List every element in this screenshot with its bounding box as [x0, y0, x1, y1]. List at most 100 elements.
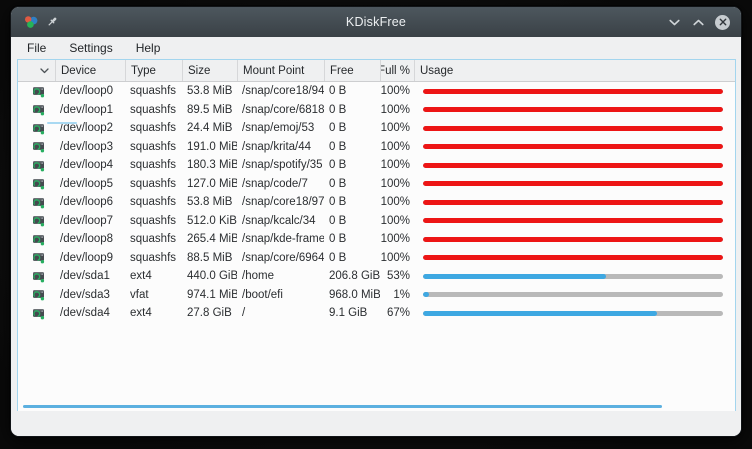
- drive-harddisk-mounted-icon: [32, 307, 45, 320]
- usage-cell: [414, 286, 735, 305]
- table-body: /dev/loop0squashfs53.8 MiB/snap/core18/9…: [18, 82, 735, 323]
- table-row[interactable]: /dev/sda1ext4440.0 GiB/home206.8 GiB53%: [18, 267, 735, 286]
- size-cell: 24.4 MiB: [182, 119, 237, 138]
- close-x-icon: [715, 15, 730, 30]
- free-cell: 968.0 MiB: [324, 286, 380, 305]
- table-row[interactable]: /dev/loop9squashfs88.5 MiB/snap/core/696…: [18, 249, 735, 268]
- free-cell: 0 B: [324, 175, 380, 194]
- usage-bar-track: [423, 163, 723, 168]
- full-percent-cell: 100%: [380, 82, 414, 101]
- table-row[interactable]: /dev/sda3vfat974.1 MiB/boot/efi968.0 MiB…: [18, 286, 735, 305]
- usage-bar-track: [423, 144, 723, 149]
- usage-cell: [414, 267, 735, 286]
- minimize-button[interactable]: [666, 14, 683, 31]
- device-cell: /dev/loop0: [55, 82, 125, 101]
- usage-cell: [414, 138, 735, 157]
- column-header-size[interactable]: Size: [182, 60, 237, 81]
- drive-harddisk-mounted-icon: [32, 251, 45, 264]
- free-cell: 0 B: [324, 249, 380, 268]
- full-percent-cell: 100%: [380, 138, 414, 157]
- sort-chevron-down-icon: [40, 68, 49, 74]
- table-row[interactable]: /dev/loop0squashfs53.8 MiB/snap/core18/9…: [18, 82, 735, 101]
- usage-cell: [414, 175, 735, 194]
- table-row[interactable]: /dev/loop3squashfs191.0 MiB/snap/krita/4…: [18, 138, 735, 157]
- column-header-usage[interactable]: Usage: [414, 60, 735, 81]
- mount-point-cell: /snap/krita/44: [237, 138, 324, 157]
- free-cell: 0 B: [324, 230, 380, 249]
- menu-help[interactable]: Help: [129, 39, 168, 57]
- drive-harddisk-mounted-icon: [32, 214, 45, 227]
- full-percent-cell: 100%: [380, 249, 414, 268]
- usage-bar-track: [423, 181, 723, 186]
- pin-icon[interactable]: [47, 16, 59, 28]
- usage-bar-fill: [423, 218, 723, 223]
- usage-bar-track: [423, 200, 723, 205]
- mount-point-cell: /snap/core18/970: [237, 193, 324, 212]
- usage-bar-track: [423, 237, 723, 242]
- menu-file[interactable]: File: [20, 39, 53, 57]
- device-cell: /dev/loop7: [55, 212, 125, 231]
- column-header-mount[interactable]: Mount Point: [237, 60, 324, 81]
- size-cell: 974.1 MiB: [182, 286, 237, 305]
- table-row[interactable]: /dev/loop1squashfs89.5 MiB/snap/core/681…: [18, 101, 735, 120]
- type-cell: squashfs: [125, 82, 182, 101]
- full-percent-cell: 100%: [380, 101, 414, 120]
- type-cell: squashfs: [125, 249, 182, 268]
- usage-bar-fill: [423, 255, 723, 260]
- mount-point-cell: /snap/emoj/53: [237, 119, 324, 138]
- usage-bar-fill: [423, 89, 723, 94]
- horizontal-scrollbar[interactable]: [23, 405, 662, 408]
- table-row[interactable]: /dev/sda4ext427.8 GiB/9.1 GiB67%: [18, 304, 735, 323]
- size-cell: 53.8 MiB: [182, 193, 237, 212]
- column-header-device[interactable]: Device: [55, 60, 125, 81]
- mount-point-cell: /: [237, 304, 324, 323]
- free-cell: 206.8 GiB: [324, 267, 380, 286]
- column-header-type[interactable]: Type: [125, 60, 182, 81]
- device-icon-cell: [18, 82, 55, 101]
- full-percent-cell: 100%: [380, 156, 414, 175]
- usage-bar-fill: [423, 107, 723, 112]
- window-title: KDiskFree: [11, 15, 741, 29]
- free-cell: 9.1 GiB: [324, 304, 380, 323]
- close-button[interactable]: [714, 14, 731, 31]
- type-cell: squashfs: [125, 193, 182, 212]
- usage-bar-fill: [423, 126, 723, 131]
- table-row[interactable]: /dev/loop8squashfs265.4 MiB/snap/kde-fra…: [18, 230, 735, 249]
- column-header-icon[interactable]: [18, 60, 55, 81]
- type-cell: squashfs: [125, 156, 182, 175]
- mount-point-cell: /home: [237, 267, 324, 286]
- drive-harddisk-mounted-icon: [32, 103, 45, 116]
- mount-point-cell: /snap/kcalc/34: [237, 212, 324, 231]
- column-header-full[interactable]: Full %: [380, 60, 414, 81]
- usage-cell: [414, 156, 735, 175]
- table-row[interactable]: /dev/loop7squashfs512.0 KiB/snap/kcalc/3…: [18, 212, 735, 231]
- size-cell: 88.5 MiB: [182, 249, 237, 268]
- size-cell: 53.8 MiB: [182, 82, 237, 101]
- usage-cell: [414, 304, 735, 323]
- drive-harddisk-mounted-icon: [32, 288, 45, 301]
- size-cell: 512.0 KiB: [182, 212, 237, 231]
- table-row[interactable]: /dev/loop6squashfs53.8 MiB/snap/core18/9…: [18, 193, 735, 212]
- table-row[interactable]: /dev/loop4squashfs180.3 MiB/snap/spotify…: [18, 156, 735, 175]
- usage-bar-fill: [423, 163, 723, 168]
- column-header-free[interactable]: Free: [324, 60, 380, 81]
- menu-settings[interactable]: Settings: [62, 39, 119, 57]
- drive-harddisk-mounted-icon: [32, 85, 45, 98]
- type-cell: squashfs: [125, 230, 182, 249]
- drive-harddisk-mounted-icon: [32, 196, 45, 209]
- type-cell: squashfs: [125, 138, 182, 157]
- titlebar[interactable]: KDiskFree: [11, 7, 741, 37]
- usage-bar-fill: [423, 274, 606, 279]
- usage-cell: [414, 230, 735, 249]
- device-cell: /dev/loop4: [55, 156, 125, 175]
- device-cell: /dev/loop1: [55, 101, 125, 120]
- device-icon-cell: [18, 193, 55, 212]
- table-row[interactable]: /dev/loop2squashfs24.4 MiB/snap/emoj/530…: [18, 119, 735, 138]
- table-row[interactable]: /dev/loop5squashfs127.0 MiB/snap/code/70…: [18, 175, 735, 194]
- maximize-button[interactable]: [690, 14, 707, 31]
- full-percent-cell: 53%: [380, 267, 414, 286]
- full-percent-cell: 100%: [380, 212, 414, 231]
- type-cell: squashfs: [125, 175, 182, 194]
- device-cell: /dev/sda1: [55, 267, 125, 286]
- usage-bar-fill: [423, 292, 429, 297]
